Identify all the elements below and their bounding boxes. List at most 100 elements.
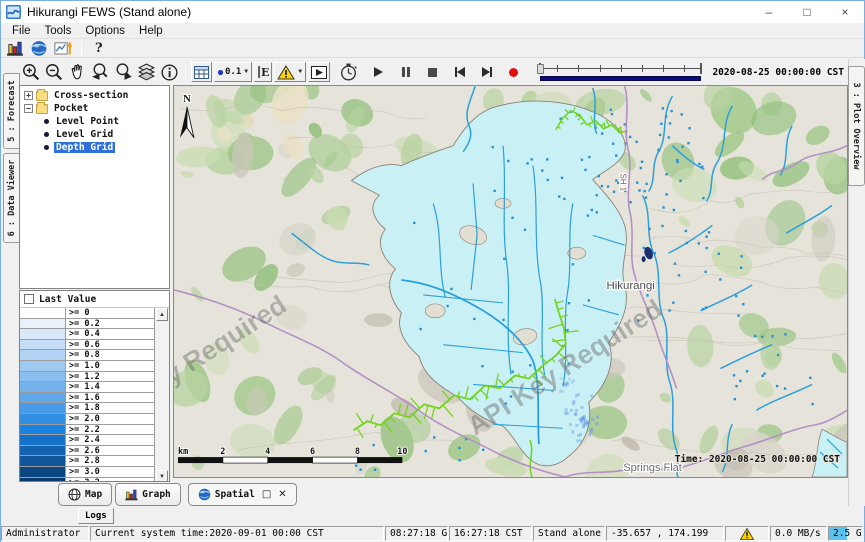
layers-icon[interactable] — [136, 62, 157, 82]
legend-label: >= 2.2 — [66, 425, 100, 435]
folder-icon — [36, 104, 48, 114]
tab-maximize-icon[interactable]: □ — [259, 489, 271, 500]
scroll-down-icon[interactable]: ▼ — [156, 470, 168, 482]
tree-item-label: Level Point — [54, 116, 121, 127]
tree-item-cross-section[interactable]: + Cross-section — [20, 89, 169, 102]
legend-row[interactable]: >= 1.8 — [20, 403, 154, 414]
play-button[interactable] — [371, 65, 386, 80]
window-title: Hikurangi FEWS (Stand alone) — [27, 5, 191, 19]
legend-swatch — [20, 403, 66, 413]
pan-hand-icon[interactable] — [67, 62, 88, 82]
pause-button[interactable] — [398, 65, 413, 80]
tab-spatial[interactable]: Spatial □ ✕ — [188, 483, 297, 506]
application-window: Hikurangi FEWS (Stand alone) – □ × File … — [0, 0, 865, 542]
legend-row[interactable]: >= 0.6 — [20, 340, 154, 351]
expand-icon[interactable]: + — [24, 91, 33, 100]
legend-row[interactable]: >= 0 — [20, 308, 154, 319]
legend-row[interactable]: >= 1.4 — [20, 382, 154, 393]
legend-label: >= 1.6 — [66, 393, 100, 403]
legend-toggle-button[interactable]: E — [254, 62, 272, 82]
legend-row[interactable]: >= 0.8 — [20, 350, 154, 361]
legend-row[interactable]: >= 2.2 — [20, 425, 154, 436]
legend-label: >= 0.2 — [66, 319, 100, 329]
legend-row[interactable]: >= 1.0 — [20, 361, 154, 372]
sidebar-tab-plot-overview[interactable]: 3 : Plot Overview — [848, 66, 865, 186]
status-system-time: Current system time:2020-09-01 00:00 CST — [90, 526, 384, 541]
tree-item-level-point[interactable]: Level Point — [20, 115, 169, 128]
grid-layer-button[interactable] — [191, 62, 212, 82]
menu-help[interactable]: Help — [132, 24, 170, 38]
legend-label: >= 2.0 — [66, 414, 100, 424]
legend-row[interactable]: >= 0.2 — [20, 319, 154, 330]
legend-row[interactable]: >= 2.0 — [20, 414, 154, 425]
node-bullet-icon — [44, 119, 49, 124]
help-button[interactable]: ? — [91, 41, 107, 56]
legend-swatch — [20, 361, 66, 371]
tree-item-level-grid[interactable]: Level Grid — [20, 128, 169, 141]
skip-to-end-button[interactable] — [479, 65, 494, 80]
skip-to-start-button[interactable] — [452, 65, 467, 80]
time-slider-tick — [600, 65, 601, 72]
logs-button[interactable]: Logs — [78, 508, 114, 524]
zoom-in-icon[interactable] — [21, 62, 42, 82]
legend-row[interactable]: >= 2.4 — [20, 435, 154, 446]
tab-close-icon[interactable]: ✕ — [275, 489, 286, 500]
menu-bar: File Tools Options Help — [1, 23, 864, 39]
menu-file[interactable]: File — [5, 24, 38, 38]
legend-row[interactable]: >= 1.2 — [20, 372, 154, 383]
scale-unit-label: km — [178, 446, 188, 456]
depth-legend-panel: Last Value >= 0>= 0.2>= 0.4>= 0.6>= 0.8>… — [19, 290, 170, 482]
legend-label: >= 1.8 — [66, 403, 100, 413]
minimize-button[interactable]: – — [750, 1, 788, 23]
last-value-checkbox[interactable] — [24, 294, 34, 304]
maximize-button[interactable]: □ — [788, 1, 826, 23]
tab-graph[interactable]: Graph — [115, 483, 181, 506]
legend-swatch — [20, 329, 66, 339]
tree-item-pocket[interactable]: − Pocket — [20, 102, 169, 115]
layers-tree: + Cross-section − Pocket Level Point Lev… — [19, 85, 170, 289]
zoom-previous-icon[interactable] — [90, 62, 111, 82]
status-memory: 2.5 GB — [828, 526, 863, 541]
animation-button[interactable] — [308, 62, 330, 82]
grid-display-icon[interactable] — [54, 41, 72, 56]
zoom-next-icon[interactable] — [113, 62, 134, 82]
globe-icon[interactable] — [30, 41, 48, 56]
legend-swatch — [20, 382, 66, 392]
globe-icon — [198, 488, 211, 501]
warning-dropdown-button[interactable]: ▼ — [274, 62, 306, 82]
time-slider-thumb[interactable] — [537, 64, 544, 74]
threshold-value: 0.1 — [225, 67, 241, 77]
legend-row[interactable]: >= 2.8 — [20, 456, 154, 467]
sidebar-tab-forecast[interactable]: 5 : Forecast — [3, 73, 20, 149]
menu-tools[interactable]: Tools — [38, 24, 79, 38]
database-icon[interactable] — [6, 41, 24, 56]
time-slider-tick — [684, 65, 685, 72]
tab-map[interactable]: Map — [58, 483, 112, 506]
menu-options[interactable]: Options — [78, 24, 132, 38]
legend-label: >= 1.2 — [66, 372, 100, 382]
status-warning[interactable] — [725, 526, 769, 541]
collapse-icon[interactable]: − — [24, 104, 33, 113]
legend-row[interactable]: >= 0.4 — [20, 329, 154, 340]
legend-swatch — [20, 414, 66, 424]
info-icon[interactable] — [159, 62, 180, 82]
contour-threshold-dropdown[interactable]: 0.1 ▼ — [214, 62, 252, 82]
stop-button[interactable] — [425, 65, 440, 80]
tab-graph-label: Graph — [142, 489, 171, 500]
record-button[interactable] — [506, 65, 521, 80]
legend-row[interactable]: >= 1.6 — [20, 393, 154, 404]
timer-icon[interactable] — [338, 62, 359, 82]
legend-swatch — [20, 350, 66, 360]
legend-table: >= 0>= 0.2>= 0.4>= 0.6>= 0.8>= 1.0>= 1.2… — [20, 308, 169, 482]
legend-row[interactable]: >= 2.6 — [20, 446, 154, 457]
legend-scrollbar[interactable]: ▲ ▼ — [154, 308, 169, 482]
zoom-out-icon[interactable] — [44, 62, 65, 82]
time-slider[interactable] — [536, 61, 705, 83]
svg-text:E: E — [261, 66, 269, 79]
sidebar-tab-data-viewer[interactable]: 6 : Data Viewer — [3, 153, 20, 243]
map-canvas[interactable]: API Key Required API Key Required Hikura… — [173, 85, 848, 478]
tree-item-depth-grid[interactable]: Depth Grid — [20, 141, 169, 154]
legend-row[interactable]: >= 3.0 — [20, 467, 154, 478]
close-button[interactable]: × — [826, 1, 864, 23]
scroll-up-icon[interactable]: ▲ — [156, 308, 168, 321]
